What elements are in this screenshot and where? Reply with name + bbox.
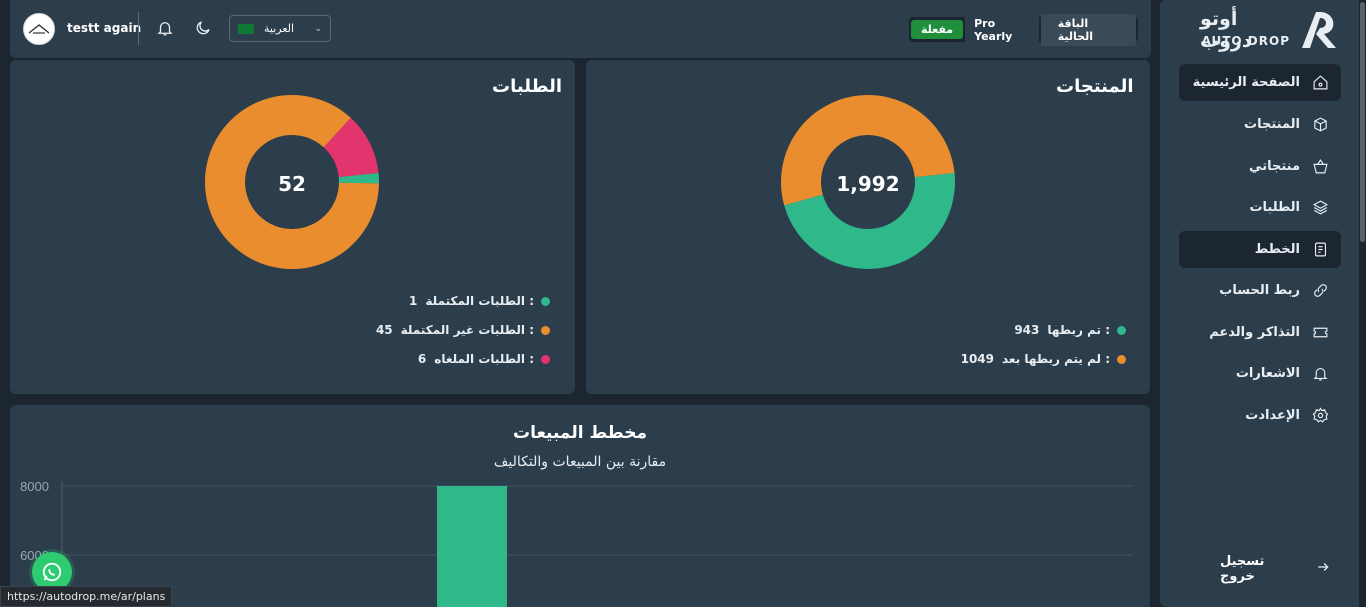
brand-name-english: AUTO DROP <box>1201 34 1290 48</box>
legend-item: 45 الطلبات غير المكتملة : <box>360 323 550 337</box>
sidebar-item-label: ربط الحساب <box>1219 283 1300 298</box>
plan-name: Pro Yearly <box>965 13 1039 46</box>
box-icon <box>1312 116 1329 133</box>
basket-icon <box>1312 158 1329 175</box>
chevron-down-icon: ⌄ <box>314 23 322 34</box>
legend-item: 1049 لم يتم ربطها بعد : <box>930 352 1126 366</box>
username[interactable]: testt again <box>67 21 141 35</box>
legend-dot <box>1117 354 1126 364</box>
sidebar-item-my-products[interactable]: منتجاتي <box>1179 148 1341 185</box>
browser-status-url: https://autodrop.me/ar/plans <box>0 586 173 607</box>
legend-label: الطلبات الملغاه : <box>434 352 534 366</box>
scrollbar[interactable] <box>1359 0 1366 607</box>
sidebar-item-products[interactable]: المنتجات <box>1179 106 1341 143</box>
legend-value: 6 <box>417 352 427 366</box>
receipt-icon <box>1312 241 1329 258</box>
sidebar-item-label: الطلبات <box>1249 200 1300 215</box>
legend-dot <box>541 325 550 335</box>
home-icon <box>1312 74 1329 91</box>
sidebar-item-label: الخطط <box>1254 242 1300 257</box>
arrow-right-icon <box>1316 560 1330 578</box>
legend-item: 943 تم ربطها : <box>930 323 1126 337</box>
header-divider <box>138 12 139 45</box>
sidebar-item-settings[interactable]: الإعدادت <box>1179 397 1341 434</box>
plan-label: الباقة الحالية <box>1040 13 1136 46</box>
language-select[interactable]: العربية ⌄ <box>229 15 331 42</box>
plan-status: مفعلة <box>911 20 964 39</box>
whatsapp-icon <box>42 562 62 582</box>
legend-value: 45 <box>375 323 393 337</box>
sidebar-item-label: الاشعارات <box>1235 366 1300 381</box>
sidebar-item-label: منتجاتي <box>1249 159 1300 174</box>
products-total: 1,992 <box>836 172 900 196</box>
orders-total: 52 <box>278 172 306 196</box>
sidebar-item-notifications[interactable]: الاشعارات <box>1179 355 1341 392</box>
sidebar-item-label: التذاكر والدعم <box>1209 325 1300 340</box>
scrollbar-thumb[interactable] <box>1360 2 1365 242</box>
language-label: العربية <box>264 22 295 35</box>
legend-dot <box>541 354 550 364</box>
notification-bell-icon[interactable] <box>155 18 175 38</box>
sidebar-item-label: الصفحة الرئيسية <box>1192 75 1300 90</box>
sales-bar-chart: 80006000 <box>20 479 1133 607</box>
legend-value: 1049 <box>960 352 994 366</box>
sales-chart-subtitle: مقارنة بين المبيعات والتكاليف <box>493 454 667 470</box>
products-card-title: المنتجات <box>1056 76 1134 97</box>
avatar[interactable] <box>23 13 55 45</box>
legend-value: 943 <box>1014 323 1040 337</box>
logout-button[interactable]: تسجيل خروج <box>1220 554 1330 584</box>
layers-icon <box>1312 199 1329 216</box>
brand-logo[interactable]: أوتو دروب AUTO DROP <box>1200 6 1340 52</box>
sidebar-item-label: الإعدادت <box>1245 408 1300 423</box>
link-icon <box>1312 282 1329 299</box>
autodrop-logo-icon <box>1302 12 1336 48</box>
legend-item: 6 الطلبات الملغاه : <box>360 352 550 366</box>
sidebar-item-plans[interactable]: الخطط <box>1179 231 1341 268</box>
sidebar-item-tickets[interactable]: التذاكر والدعم <box>1179 314 1341 351</box>
sales-chart-title: مخطط المبيعات <box>512 423 647 443</box>
logout-label: تسجيل خروج <box>1220 554 1265 584</box>
sidebar-item-link-account[interactable]: ربط الحساب <box>1179 272 1341 309</box>
orders-card-title: الطلبات <box>492 76 563 97</box>
legend-label: الطلبات غير المكتملة : <box>400 323 534 337</box>
bell-icon <box>1312 365 1329 382</box>
legend-label: لم يتم ربطها بعد : <box>1002 352 1110 366</box>
legend-item: 1 الطلبات المكتملة : <box>360 294 550 308</box>
sidebar-item-label: المنتجات <box>1244 117 1300 132</box>
sidebar-item-orders[interactable]: الطلبات <box>1179 189 1341 226</box>
legend-dot <box>1117 325 1126 335</box>
legend-label: الطلبات المكتملة : <box>425 294 534 308</box>
gear-icon <box>1312 407 1329 424</box>
ticket-icon <box>1312 324 1329 341</box>
legend-label: تم ربطها : <box>1047 323 1110 337</box>
saudi-flag-icon <box>238 23 254 34</box>
dark-mode-moon-icon[interactable] <box>193 18 213 38</box>
legend-dot <box>541 296 550 306</box>
y-tick-label: 8000 <box>20 479 49 494</box>
avatar-logo-icon <box>28 24 50 34</box>
sidebar-item-home[interactable]: الصفحة الرئيسية <box>1179 64 1341 101</box>
sales-bar[interactable] <box>437 486 507 607</box>
legend-value: 1 <box>409 294 418 308</box>
current-plan-badge: مفعلة Pro Yearly الباقة الحالية <box>909 13 1138 46</box>
